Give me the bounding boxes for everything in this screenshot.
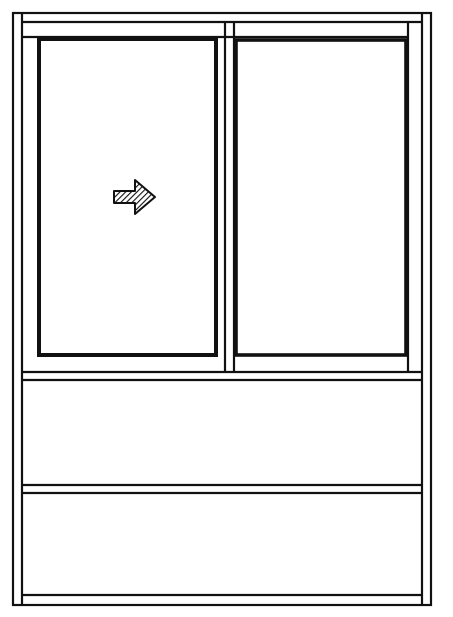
- sliding-panels: [37, 37, 408, 357]
- sliding-door-cabinet-drawing: [11, 11, 433, 607]
- right-sliding-panel: [234, 38, 408, 357]
